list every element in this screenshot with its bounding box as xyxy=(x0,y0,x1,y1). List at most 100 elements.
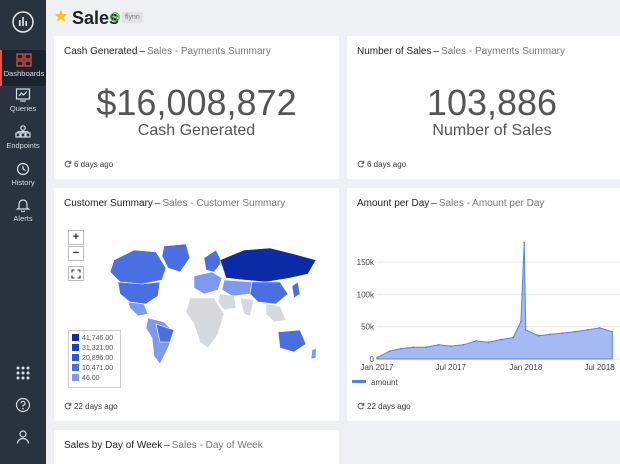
widget-cash-generated: Cash Generated – Sales - Payments Summary … xyxy=(54,36,339,179)
legend-value: 10,471.00 xyxy=(82,365,114,372)
map-region-china xyxy=(249,281,289,305)
data-point xyxy=(500,338,502,341)
map-region-southeast-asia xyxy=(265,303,287,323)
widget-title[interactable]: Sales by Day of Week – Sales - Day of Week xyxy=(64,440,263,451)
refresh-timestamp[interactable]: 6 days ago xyxy=(64,160,113,169)
data-point xyxy=(523,241,526,244)
sidebar-item-history[interactable]: History xyxy=(0,160,46,196)
data-point xyxy=(520,320,522,323)
legend-item: 20,896.00 xyxy=(72,354,117,364)
help-icon[interactable] xyxy=(14,396,32,414)
owner-tag[interactable]: flynn xyxy=(122,12,143,23)
data-point xyxy=(388,350,391,353)
data-point xyxy=(598,327,601,329)
viz-title: Number of Sales xyxy=(357,46,432,57)
counter-value: 103,886 xyxy=(426,82,558,123)
refresh-icon xyxy=(64,160,72,168)
query-title: Sales - Amount per Day xyxy=(438,198,545,209)
legend-value: 31,321.00 xyxy=(82,345,114,352)
refresh-timestamp[interactable]: 22 days ago xyxy=(357,402,411,411)
sidebar-item-label: Dashboards xyxy=(3,69,45,78)
title-separator: – xyxy=(154,198,161,209)
sidebar-item-endpoints[interactable]: Endpoints xyxy=(0,123,46,159)
data-point xyxy=(586,329,589,331)
data-point xyxy=(412,346,415,349)
amount-chart[interactable]: 050k100k150kJan 2017 Jul 2017 Jan 2018 Jul … xyxy=(347,228,620,398)
refresh-icon xyxy=(357,402,365,410)
choropleth-map[interactable] xyxy=(94,238,334,368)
legend-label: amount xyxy=(371,378,398,387)
y-tick-label: 150k xyxy=(357,258,375,267)
data-point xyxy=(462,343,465,346)
favorite-star-icon[interactable] xyxy=(54,9,68,23)
title-separator: – xyxy=(164,440,170,451)
refresh-age: 22 days ago xyxy=(74,402,118,411)
zoom-out-button[interactable]: − xyxy=(68,246,84,261)
viz-title: Customer Summary xyxy=(64,198,153,209)
legend-item: 41,746.00 xyxy=(72,334,117,344)
legend-swatch xyxy=(72,354,79,361)
viz-title: Cash Generated xyxy=(64,46,138,57)
public-globe-icon xyxy=(110,12,120,22)
counter-value: $16,008,872 xyxy=(96,82,297,123)
sidebar: Dashboards Queries Endpoints History Ale… xyxy=(0,0,46,464)
history-icon xyxy=(16,162,30,176)
sidebar-item-queries[interactable]: Queries xyxy=(0,86,46,122)
redash-logo-icon[interactable] xyxy=(11,10,35,34)
legend-value: 46.00 xyxy=(82,375,100,382)
viz-title: Amount per Day xyxy=(357,198,430,209)
data-point xyxy=(524,329,527,331)
title-separator: – xyxy=(139,46,145,57)
legend-item: 10,471.00 xyxy=(72,364,117,374)
refresh-timestamp[interactable]: 22 days ago xyxy=(64,402,118,411)
sidebar-item-alerts[interactable]: Alerts xyxy=(0,196,46,232)
query-title: Sales - Payments Summary xyxy=(441,46,565,57)
widget-title[interactable]: Customer Summary – Sales - Customer Summar… xyxy=(64,198,285,209)
map-region-new-zealand xyxy=(310,347,317,360)
y-tick-label: 100k xyxy=(357,290,375,299)
data-point xyxy=(512,336,515,339)
map-region-india xyxy=(239,297,255,317)
data-point xyxy=(449,345,452,347)
user-profile-icon[interactable] xyxy=(14,428,32,446)
map-region-central-asia xyxy=(221,279,253,297)
apps-grid-icon[interactable] xyxy=(14,364,32,382)
sidebar-item-label: Alerts xyxy=(13,214,33,223)
refresh-icon xyxy=(64,402,72,410)
refresh-icon xyxy=(357,160,365,168)
map-region-australia xyxy=(277,329,307,353)
sidebar-item-dashboards[interactable]: Dashboards xyxy=(0,50,46,86)
data-point xyxy=(475,340,477,342)
map-region-japan xyxy=(291,281,301,299)
legend-value: 20,896.00 xyxy=(82,355,114,362)
title-separator: – xyxy=(433,46,440,57)
query-title: Sales - Day of Week xyxy=(171,440,263,451)
map-region-russia xyxy=(219,247,317,283)
data-point xyxy=(537,334,540,337)
zoom-in-button[interactable]: + xyxy=(68,230,84,245)
map-region-europe xyxy=(193,271,223,295)
legend-item: 46.00 xyxy=(72,374,117,384)
viz-title: Sales by Day of Week xyxy=(64,440,163,451)
widget-title[interactable]: Number of Sales – Sales - Payments Summary xyxy=(357,46,565,57)
map-region-scandinavia xyxy=(203,249,223,273)
queries-icon xyxy=(15,88,31,102)
data-point xyxy=(400,347,402,350)
x-tick-label: Jan 2017 xyxy=(361,363,394,372)
data-point xyxy=(561,332,564,334)
widget-sales-by-day-of-week: Sales by Day of Week – Sales - Day of Week xyxy=(54,430,339,464)
counter-label: Cash Generated xyxy=(137,122,256,139)
refresh-timestamp[interactable]: 6 days ago xyxy=(357,160,406,169)
endpoints-icon xyxy=(15,125,31,138)
map-region-usa xyxy=(117,281,161,305)
widget-title[interactable]: Amount per Day – Sales - Amount per Day xyxy=(357,198,544,209)
legend-value: 41,746.00 xyxy=(82,335,114,342)
refresh-age: 22 days ago xyxy=(367,402,411,411)
legend-swatch xyxy=(72,334,79,341)
fullscreen-button[interactable] xyxy=(68,266,84,281)
data-point xyxy=(611,330,614,333)
legend-swatch xyxy=(72,374,79,381)
data-point xyxy=(437,343,440,346)
widget-title[interactable]: Cash Generated – Sales - Payments Summary xyxy=(64,46,271,57)
legend-swatch xyxy=(72,344,79,351)
